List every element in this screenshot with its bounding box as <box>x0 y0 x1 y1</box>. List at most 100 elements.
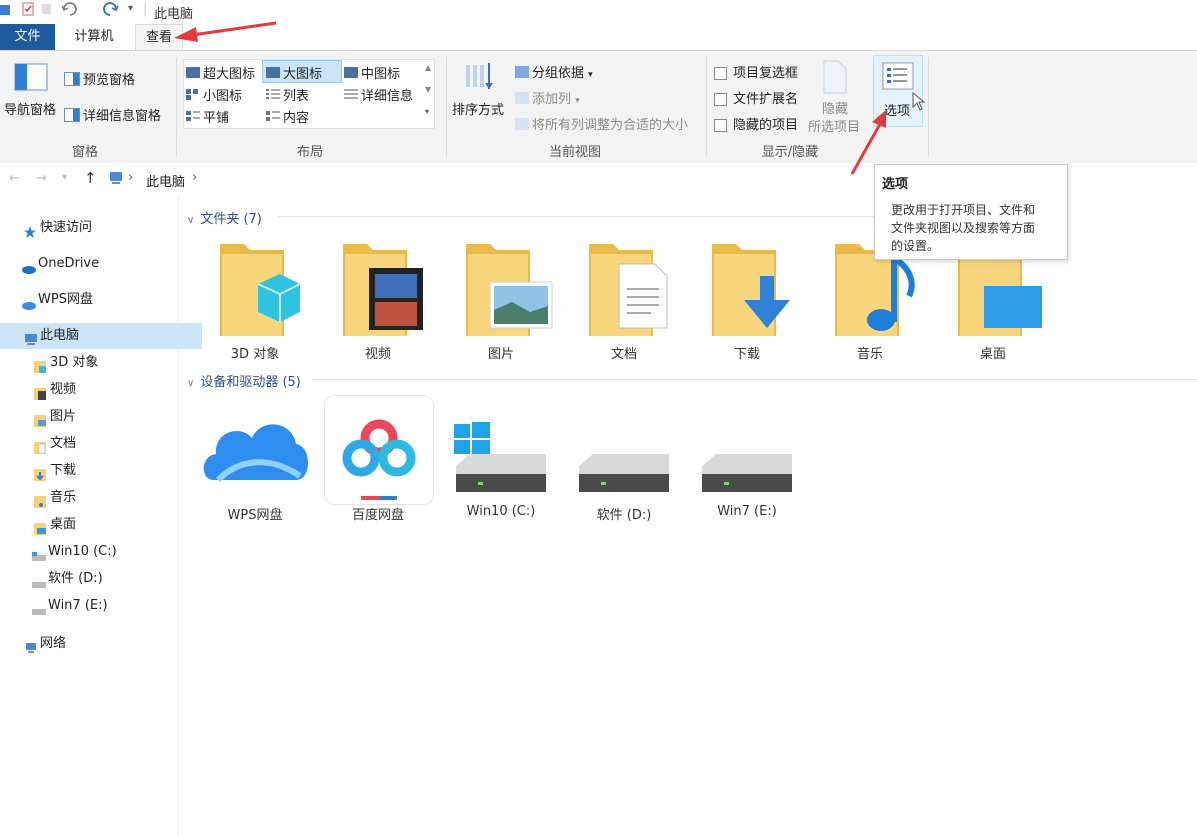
sort-by-button[interactable]: 排序方式 <box>452 99 504 118</box>
preview-pane-button[interactable]: 预览窗格 <box>64 69 135 90</box>
sidebar-item-wps[interactable]: WPS网盘 <box>0 287 200 313</box>
device-drive-e[interactable]: Win7 (E:) <box>692 418 802 526</box>
layout-list[interactable]: 列表 <box>266 85 309 104</box>
breadcrumb-chevron-icon[interactable]: › <box>192 170 197 185</box>
mouse-cursor-icon <box>912 92 926 111</box>
checkbox[interactable] <box>714 93 727 106</box>
folder-documents[interactable]: 文档 <box>569 240 679 365</box>
collapse-chevron-icon[interactable]: ∨ <box>187 378 194 389</box>
devices-header-label: 设备和驱动器 (5) <box>200 375 301 390</box>
computer-icon <box>24 330 37 345</box>
properties-icon[interactable] <box>20 1 36 21</box>
item-checkboxes-toggle[interactable]: 项目复选框 <box>714 62 798 81</box>
fit-columns-button[interactable]: 将所有列调整为合适的大小 <box>515 114 688 134</box>
folder-downloads[interactable]: 下载 <box>692 240 802 365</box>
hidden-items-toggle[interactable]: 隐藏的项目 <box>714 114 798 133</box>
3d-objects-icon <box>34 357 46 373</box>
details-icon <box>344 89 358 104</box>
sidebar-item-network[interactable]: 网络 <box>0 631 202 657</box>
sidebar-item-drive-e[interactable]: Win7 (E:) <box>0 593 210 619</box>
ribbon-separator <box>928 57 929 157</box>
nav-pane-button[interactable]: 导航窗格 <box>4 99 56 118</box>
folder-3d-objects-icon <box>220 244 301 336</box>
sidebar-item-label: 文档 <box>50 436 77 451</box>
checkbox[interactable] <box>714 119 727 132</box>
sidebar-item-label: 此电脑 <box>40 328 80 343</box>
checkbox[interactable] <box>714 67 727 80</box>
quick-access-dropdown-icon[interactable]: ▾ <box>128 3 133 14</box>
file-extensions-toggle[interactable]: 文件扩展名 <box>714 88 798 107</box>
group-label-layout: 布局 <box>296 145 323 160</box>
preview-pane-icon <box>64 71 80 90</box>
item-checkboxes-label: 项目复选框 <box>733 66 799 81</box>
drive-icon <box>32 573 46 588</box>
layout-large-icons[interactable]: 大图标 <box>266 63 322 82</box>
gallery-scroll-down-icon[interactable]: ▼ <box>425 85 431 94</box>
layout-extra-large-icons[interactable]: 超大图标 <box>186 63 255 82</box>
device-drive-c[interactable]: Win10 (C:) <box>446 418 556 526</box>
sidebar-item-drive-c[interactable]: Win10 (C:) <box>0 539 210 565</box>
folder-3d-objects[interactable]: 3D 对象 <box>200 240 310 365</box>
tab-file[interactable]: 文件 <box>0 24 55 50</box>
sidebar-item-quick-access[interactable]: 快速访问 <box>0 215 202 241</box>
forward-arrow-icon[interactable]: → <box>36 171 47 186</box>
device-baidu[interactable]: 百度网盘 <box>323 395 434 526</box>
back-arrow-icon[interactable]: ← <box>9 171 20 186</box>
devices-section-header[interactable]: ∨ 设备和驱动器 (5) <box>187 371 301 390</box>
sidebar-item-desktop[interactable]: 桌面 <box>0 512 212 538</box>
details-pane-button[interactable]: 详细信息窗格 <box>64 105 161 126</box>
ribbon: 导航窗格 预览窗格 详细信息窗格 窗格 超大图标 大图标 中图标 小图标 列表 … <box>0 50 1197 164</box>
breadcrumb-chevron-icon[interactable]: › <box>128 170 133 185</box>
tab-computer[interactable]: 计算机 <box>58 24 130 50</box>
layout-details[interactable]: 详细信息 <box>344 85 413 104</box>
up-arrow-icon[interactable]: ↑ <box>84 169 97 187</box>
device-label: 百度网盘 <box>351 508 404 523</box>
hidden-items-label: 隐藏的项目 <box>733 118 799 133</box>
sort-by-icon[interactable] <box>464 61 498 95</box>
nav-pane-icon[interactable] <box>14 63 48 95</box>
options-tooltip: 选项 更改用于打开项目、文件和 文件夹视图以及搜索等方面 的设置。 <box>874 164 1068 260</box>
sidebar-item-music[interactable]: 音乐 <box>0 485 212 511</box>
hide-selected-line1: 隐藏 <box>822 102 849 117</box>
redo-icon[interactable] <box>102 1 120 21</box>
options-icon <box>882 62 914 90</box>
list-icon <box>266 89 280 104</box>
sidebar-item-pictures[interactable]: 图片 <box>0 404 212 430</box>
this-pc-small-icon <box>108 171 124 189</box>
layout-tiles[interactable]: 平铺 <box>186 107 229 126</box>
device-wps[interactable]: WPS网盘 <box>200 398 310 526</box>
new-folder-icon[interactable] <box>40 1 54 21</box>
layout-medium-icons[interactable]: 中图标 <box>344 63 400 82</box>
sidebar-item-downloads[interactable]: 下载 <box>0 458 212 484</box>
sidebar-item-label: 音乐 <box>50 490 77 505</box>
collapse-chevron-icon[interactable]: ∨ <box>187 215 194 226</box>
sidebar-item-videos[interactable]: 视频 <box>0 377 212 403</box>
undo-icon[interactable] <box>60 1 78 21</box>
folder-videos[interactable]: 视频 <box>323 240 433 365</box>
tooltip-body-line3: 的设置。 <box>891 239 940 253</box>
sidebar-item-3d-objects[interactable]: 3D 对象 <box>0 350 212 376</box>
group-by-button[interactable]: 分组依据 ▾ <box>515 62 593 82</box>
sidebar-item-documents[interactable]: 文档 <box>0 431 212 457</box>
device-drive-d[interactable]: 软件 (D:) <box>569 418 679 526</box>
folder-videos-icon <box>343 244 423 336</box>
gallery-expand-icon[interactable]: ▾ <box>425 107 429 116</box>
folders-section-header[interactable]: ∨ 文件夹 (7) <box>187 208 262 227</box>
sidebar-item-this-pc[interactable]: 此电脑 <box>0 323 202 349</box>
details-pane-icon <box>64 107 80 126</box>
explorer-icon <box>0 3 12 21</box>
sidebar-item-drive-d[interactable]: 软件 (D:) <box>0 566 210 592</box>
folder-pictures[interactable]: 图片 <box>446 240 556 365</box>
recent-dropdown-icon[interactable]: ▾ <box>62 172 67 183</box>
sidebar-item-label: Win7 (E:) <box>48 598 108 613</box>
gallery-scroll-up-icon[interactable]: ▲ <box>425 63 431 72</box>
breadcrumb-this-pc[interactable]: 此电脑 <box>146 171 185 190</box>
section-divider <box>312 379 1197 380</box>
sidebar-item-onedrive[interactable]: OneDrive <box>0 251 200 277</box>
layout-small-icons[interactable]: 小图标 <box>186 85 242 104</box>
add-column-button[interactable]: 添加列 ▾ <box>515 88 580 108</box>
layout-content[interactable]: 内容 <box>266 107 309 126</box>
wps-cloud-icon <box>22 294 36 310</box>
annotation-arrow-options <box>850 110 886 175</box>
folder-label: 图片 <box>487 347 514 362</box>
